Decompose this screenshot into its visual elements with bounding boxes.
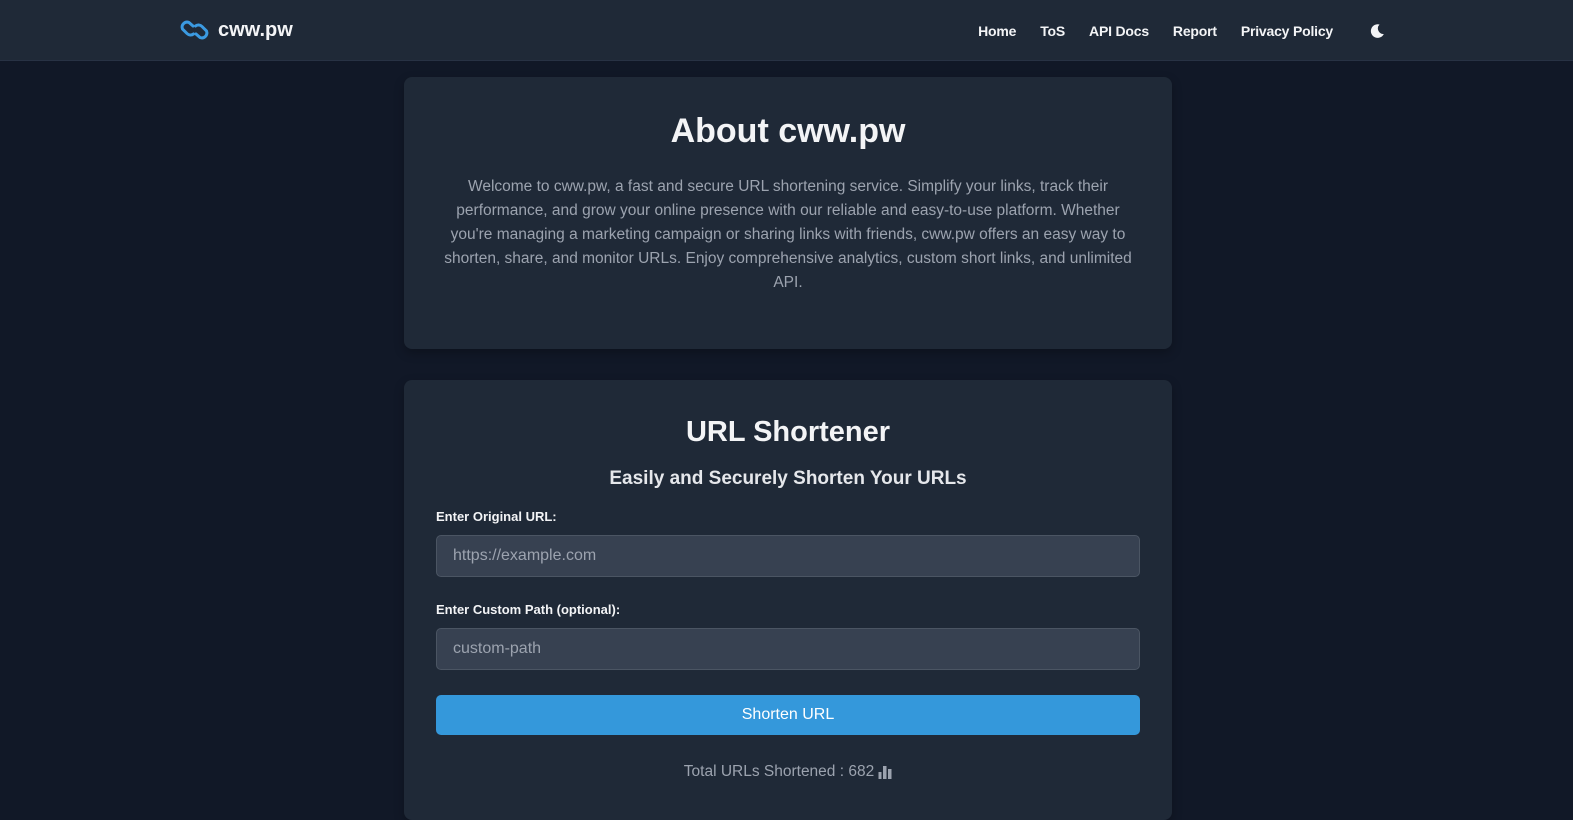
link-icon <box>180 17 210 43</box>
nav-links: Home ToS API Docs Report Privacy Policy <box>954 0 1387 61</box>
nav-link-api-docs[interactable]: API Docs <box>1089 23 1149 39</box>
moon-icon <box>1370 23 1384 38</box>
original-url-input[interactable] <box>436 535 1140 577</box>
about-card: About cww.pw Welcome to cww.pw, a fast a… <box>404 77 1172 349</box>
custom-path-label: Enter Custom Path (optional): <box>436 602 621 617</box>
total-urls-text: Total URLs Shortened : 682 <box>683 763 875 780</box>
brand-name: cww.pw <box>218 18 293 41</box>
original-url-label: Enter Original URL: <box>436 509 557 524</box>
nav-link-home[interactable]: Home <box>978 23 1016 39</box>
brand-logo-link[interactable]: cww.pw <box>180 17 293 43</box>
nav-link-report[interactable]: Report <box>1173 23 1217 39</box>
theme-toggle-button[interactable] <box>1367 21 1387 41</box>
bar-chart-icon <box>878 765 892 779</box>
total-urls-stat: Total URLs Shortened : 682 <box>436 763 1140 781</box>
about-title: About cww.pw <box>670 112 906 150</box>
shortener-subtitle: Easily and Securely Shorten Your URLs <box>609 468 967 489</box>
url-shortener-card: URL Shortener Easily and Securely Shorte… <box>404 380 1172 820</box>
about-text: Welcome to cww.pw, a fast and secure URL… <box>444 178 1132 291</box>
shortener-title: URL Shortener <box>685 416 891 448</box>
custom-path-input[interactable] <box>436 628 1140 670</box>
nav-link-privacy-policy[interactable]: Privacy Policy <box>1241 23 1333 39</box>
shorten-url-button[interactable]: Shorten URL <box>436 695 1140 735</box>
nav-link-tos[interactable]: ToS <box>1040 23 1065 39</box>
navbar: cww.pw Home ToS API Docs Report Privacy … <box>0 0 1573 61</box>
